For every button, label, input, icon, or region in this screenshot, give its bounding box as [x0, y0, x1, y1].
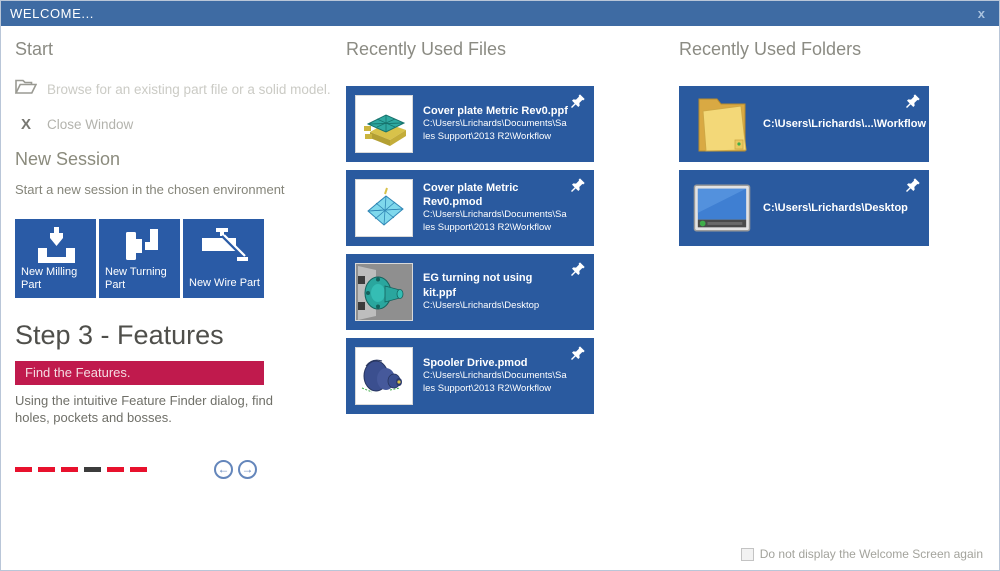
pin-icon[interactable]: [570, 261, 586, 277]
recent-file-card[interactable]: EG turning not using kit.ppf C:\Users\Lr…: [346, 254, 594, 330]
recent-folder-card[interactable]: C:\Users\Lrichards\...\Workflow: [679, 86, 929, 162]
file-info: Cover plate Metric Rev0.ppf C:\Users\Lri…: [423, 104, 568, 144]
page-dash[interactable]: [130, 467, 147, 472]
recent-folders-heading: Recently Used Folders: [679, 39, 929, 60]
title-bar: WELCOME... x: [1, 1, 999, 26]
page-dash[interactable]: [38, 467, 55, 472]
recent-file-card[interactable]: Cover plate Metric Rev0.ppf C:\Users\Lri…: [346, 86, 594, 162]
folder-icon: [693, 93, 751, 155]
page-dash[interactable]: [84, 467, 101, 472]
page-dash[interactable]: [61, 467, 78, 472]
new-turning-part-button[interactable]: New Turning Part: [99, 219, 180, 298]
step-banner: Find the Features.: [15, 361, 264, 385]
file-thumbnail: [355, 95, 413, 153]
file-thumbnail: [355, 263, 413, 321]
recent-files-heading: Recently Used Files: [346, 39, 594, 60]
folder-open-icon: [15, 78, 37, 100]
new-wire-part-button[interactable]: New Wire Part: [183, 219, 264, 298]
do-not-display-label: Do not display the Welcome Screen again: [760, 547, 983, 561]
folder-path: C:\Users\Lrichards\Desktop: [763, 202, 908, 214]
file-path: C:\Users\Lrichards\Desktop: [423, 300, 568, 313]
recent-files-section: Recently Used Files C: [346, 39, 594, 422]
step-navigation: ← →: [214, 460, 257, 479]
tile-label: New Wire Part: [189, 277, 260, 291]
folder-path: C:\Users\Lrichards\...\Workflow: [763, 118, 926, 130]
page-dash[interactable]: [107, 467, 124, 472]
new-milling-part-button[interactable]: New Milling Part: [15, 219, 96, 298]
close-window-button[interactable]: X Close Window: [15, 116, 335, 133]
file-path: C:\Users\Lrichards\Documents\Sales Suppo…: [423, 370, 568, 396]
pin-icon[interactable]: [570, 345, 586, 361]
pin-icon[interactable]: [905, 177, 921, 193]
step-description: Using the intuitive Feature Finder dialo…: [15, 393, 280, 427]
recent-file-card[interactable]: Spooler Drive.pmod C:\Users\Lrichards\Do…: [346, 338, 594, 414]
welcome-screen-toggle: Do not display the Welcome Screen again: [741, 547, 983, 561]
page-dash[interactable]: [15, 467, 32, 472]
welcome-window: WELCOME... x Start Browse for an existin…: [0, 0, 1000, 571]
recent-folder-card[interactable]: C:\Users\Lrichards\Desktop: [679, 170, 929, 246]
file-info: Spooler Drive.pmod C:\Users\Lrichards\Do…: [423, 356, 568, 396]
file-name: Spooler Drive.pmod: [423, 356, 568, 370]
new-session-heading: New Session: [15, 149, 335, 170]
desktop-icon: [693, 183, 751, 233]
pagination-dashes: [15, 467, 147, 472]
new-session-subtitle: Start a new session in the chosen enviro…: [15, 182, 335, 197]
file-path: C:\Users\Lrichards\Documents\Sales Suppo…: [423, 209, 568, 235]
file-thumbnail: [355, 179, 413, 237]
pin-icon[interactable]: [570, 177, 586, 193]
file-info: EG turning not using kit.ppf C:\Users\Lr…: [423, 271, 568, 312]
recent-folders-section: Recently Used Folders C:\Users\Lrichards…: [679, 39, 929, 254]
close-window-label: Close Window: [47, 117, 133, 132]
pin-icon[interactable]: [570, 93, 586, 109]
recent-file-card[interactable]: Cover plate Metric Rev0.pmod C:\Users\Lr…: [346, 170, 594, 246]
new-session-tiles: New Milling Part New Turning Part: [15, 219, 335, 298]
file-thumbnail: [355, 347, 413, 405]
wire-icon: [199, 227, 249, 267]
tile-label: New Milling Part: [21, 266, 92, 294]
previous-step-button[interactable]: ←: [214, 460, 233, 479]
pin-icon[interactable]: [905, 93, 921, 109]
turning-icon: [117, 227, 163, 267]
window-title: WELCOME...: [1, 6, 94, 21]
step-heading: Step 3 - Features: [15, 320, 335, 351]
milling-icon: [33, 227, 79, 267]
file-name: EG turning not using kit.ppf: [423, 271, 568, 300]
file-info: Cover plate Metric Rev0.pmod C:\Users\Lr…: [423, 181, 568, 235]
file-name: Cover plate Metric Rev0.pmod: [423, 181, 568, 210]
do-not-display-checkbox[interactable]: [741, 548, 754, 561]
close-window-icon[interactable]: x: [964, 1, 999, 26]
start-heading: Start: [15, 39, 335, 60]
file-path: C:\Users\Lrichards\Documents\Sales Suppo…: [423, 118, 568, 144]
file-name: Cover plate Metric Rev0.ppf: [423, 104, 568, 118]
browse-label: Browse for an existing part file or a so…: [47, 82, 331, 97]
next-step-button[interactable]: →: [238, 460, 257, 479]
tile-label: New Turning Part: [105, 266, 176, 294]
close-x-icon: X: [15, 116, 37, 133]
left-column: Start Browse for an existing part file o…: [15, 39, 335, 427]
browse-button[interactable]: Browse for an existing part file or a so…: [15, 78, 335, 100]
